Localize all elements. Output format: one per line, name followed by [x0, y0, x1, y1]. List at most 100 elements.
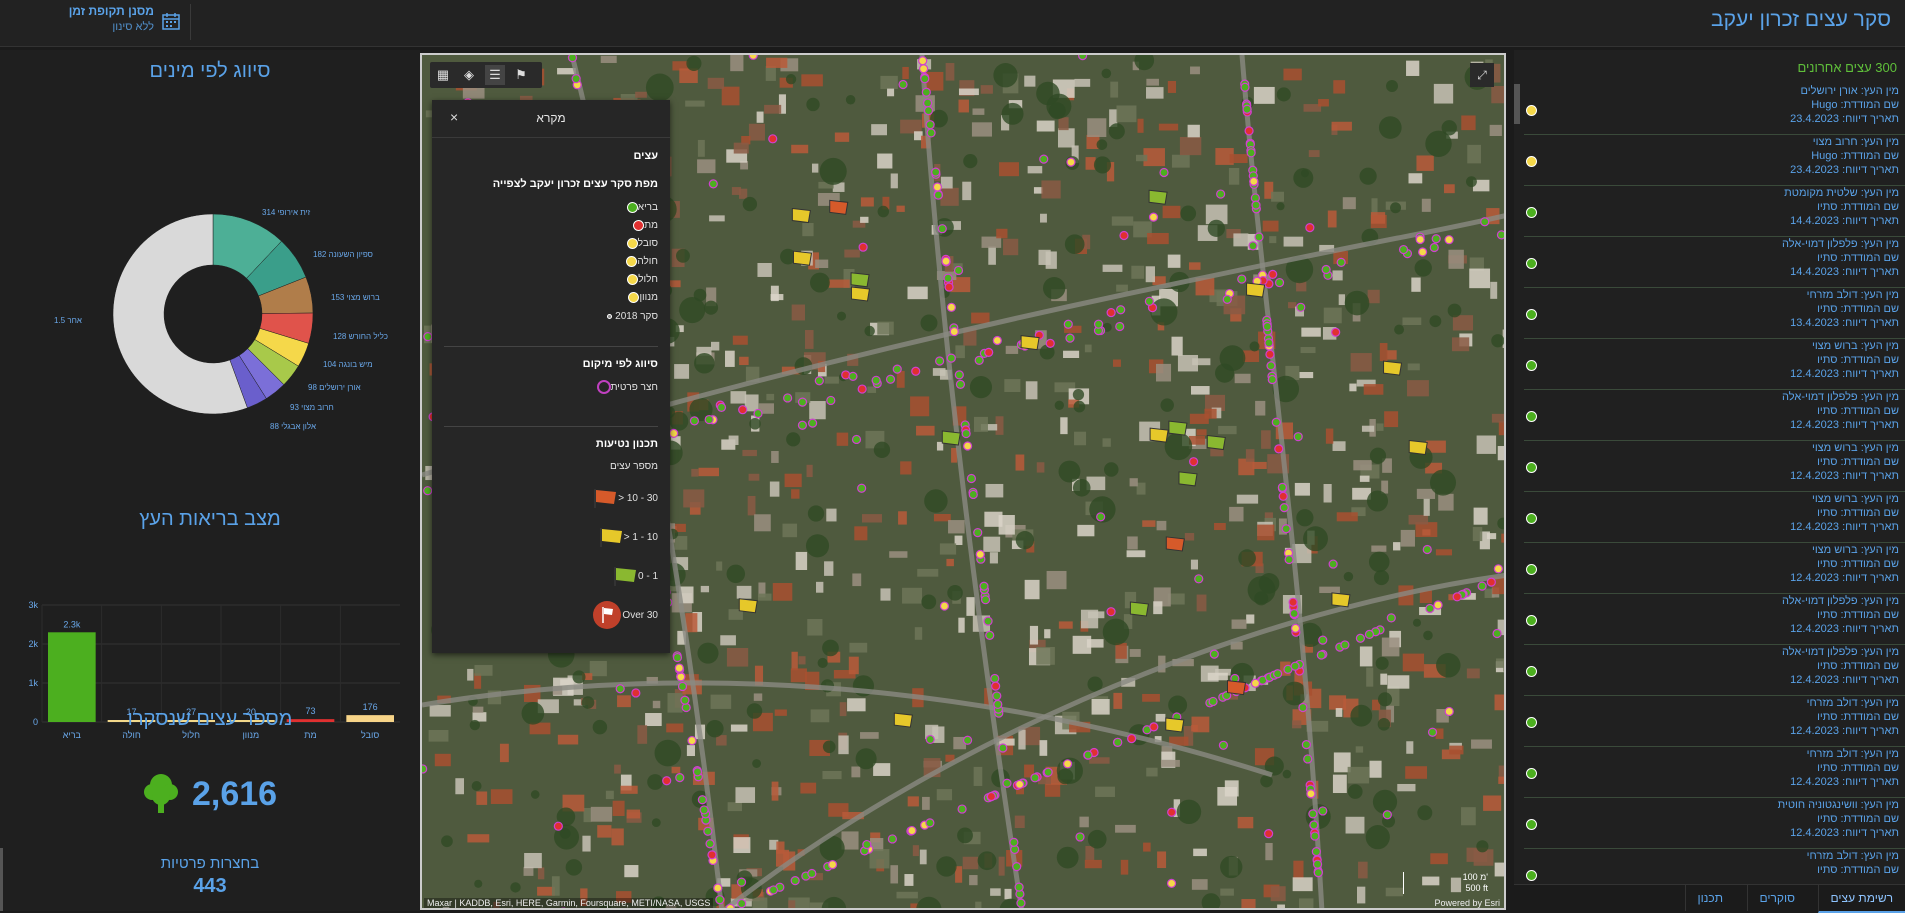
- tree-point[interactable]: [975, 356, 983, 364]
- tree-point[interactable]: [1429, 728, 1437, 736]
- tree-point[interactable]: [1243, 105, 1251, 113]
- tree-point[interactable]: [673, 654, 681, 662]
- planting-flag[interactable]: [1384, 361, 1402, 375]
- tree-point[interactable]: [1478, 582, 1486, 590]
- tree-point[interactable]: [1337, 258, 1345, 266]
- tree-point[interactable]: [986, 631, 994, 639]
- tree-point[interactable]: [1426, 604, 1434, 612]
- list-item[interactable]: מין העץ: שלטית מקומטתשם המודדת: סתיותארי…: [1524, 186, 1905, 237]
- planting-flag[interactable]: [1166, 718, 1184, 732]
- tree-point[interactable]: [791, 877, 799, 885]
- tree-point[interactable]: [829, 861, 837, 869]
- tree-point[interactable]: [976, 550, 984, 558]
- tree-point[interactable]: [572, 75, 580, 83]
- tree-point[interactable]: [1310, 821, 1318, 829]
- tree-point[interactable]: [1282, 525, 1290, 533]
- tree-point[interactable]: [1280, 504, 1288, 512]
- list-item[interactable]: מין העץ: ברוש מצוישם המודדת: סתיותאריך ד…: [1524, 339, 1905, 390]
- tree-point[interactable]: [670, 429, 678, 437]
- tree-point[interactable]: [967, 475, 975, 483]
- tree-point[interactable]: [1097, 513, 1105, 521]
- tree-point[interactable]: [1117, 306, 1125, 314]
- planting-flag[interactable]: [1207, 436, 1225, 450]
- tree-point[interactable]: [1067, 158, 1075, 166]
- tree-point[interactable]: [1307, 790, 1315, 798]
- tree-point[interactable]: [1297, 303, 1305, 311]
- time-filter[interactable]: מסנן תקופת זמן ללא סינון: [50, 4, 191, 40]
- tree-point[interactable]: [933, 183, 941, 191]
- tree-point[interactable]: [1434, 601, 1442, 609]
- tree-point[interactable]: [999, 744, 1007, 752]
- tree-point[interactable]: [950, 328, 958, 336]
- tree-point[interactable]: [955, 371, 963, 379]
- list-item[interactable]: מין העץ: פלפלון דמוי-אלהשם המודדת: סתיות…: [1524, 390, 1905, 441]
- tree-point[interactable]: [1319, 636, 1327, 644]
- tree-point[interactable]: [938, 225, 946, 233]
- tree-point[interactable]: [1251, 679, 1259, 687]
- tree-point[interactable]: [690, 417, 698, 425]
- tree-point[interactable]: [1432, 235, 1440, 243]
- tab-surveyors[interactable]: סוקרים: [1747, 885, 1808, 911]
- tree-point[interactable]: [1356, 634, 1364, 642]
- planting-flag[interactable]: [1169, 421, 1187, 435]
- tree-point[interactable]: [1066, 334, 1074, 342]
- tree-point[interactable]: [1285, 555, 1293, 563]
- tree-point[interactable]: [1015, 883, 1023, 891]
- planting-flag[interactable]: [1227, 681, 1245, 695]
- tree-point[interactable]: [982, 596, 990, 604]
- list-item[interactable]: מין העץ: פלפלון דמוי-אלהשם המודדת: סתיות…: [1524, 645, 1905, 696]
- tree-point[interactable]: [974, 529, 982, 537]
- list-item[interactable]: מין העץ: דולב מזרחישם המודדת: סתיותאריך …: [1524, 288, 1905, 339]
- tree-point[interactable]: [681, 696, 689, 704]
- tree-point[interactable]: [984, 617, 992, 625]
- tree-point[interactable]: [893, 365, 901, 373]
- basemap-gallery-icon[interactable]: ▦: [433, 65, 453, 85]
- tree-point[interactable]: [424, 487, 432, 495]
- tree-point[interactable]: [956, 380, 964, 388]
- tree-point[interactable]: [1150, 213, 1158, 221]
- tree-point[interactable]: [1299, 703, 1307, 711]
- tree-point[interactable]: [422, 765, 427, 773]
- tree-point[interactable]: [632, 689, 640, 697]
- tree-point[interactable]: [424, 333, 432, 341]
- tree-point[interactable]: [1416, 235, 1424, 243]
- tree-point[interactable]: [1276, 279, 1284, 287]
- tree-point[interactable]: [994, 700, 1002, 708]
- tree-point[interactable]: [1266, 350, 1274, 358]
- tree-point[interactable]: [726, 904, 734, 910]
- tree-point[interactable]: [1116, 323, 1124, 331]
- tree-point[interactable]: [919, 57, 927, 65]
- tree-point[interactable]: [1168, 808, 1176, 816]
- tree-point[interactable]: [969, 490, 977, 498]
- planting-flag[interactable]: [793, 251, 811, 265]
- tree-point[interactable]: [1494, 565, 1502, 573]
- tree-point[interactable]: [888, 835, 896, 843]
- list-item[interactable]: מין העץ: דולב מזרחישם המודדת: סתיותאריך …: [1524, 747, 1905, 798]
- tree-point[interactable]: [1013, 863, 1021, 871]
- tree-point[interactable]: [1210, 650, 1218, 658]
- tree-point[interactable]: [1114, 738, 1122, 746]
- tree-point[interactable]: [559, 908, 567, 910]
- tree-point[interactable]: [1238, 275, 1246, 283]
- list-item[interactable]: מין העץ: ברוש מצוישם המודדת: סתיותאריך ד…: [1524, 543, 1905, 594]
- tree-point[interactable]: [1247, 149, 1255, 157]
- tree-point[interactable]: [709, 180, 717, 188]
- tree-point[interactable]: [754, 410, 762, 418]
- tree-point[interactable]: [675, 664, 683, 672]
- planting-flag[interactable]: [1150, 428, 1168, 442]
- planting-flag[interactable]: [1179, 472, 1197, 486]
- tree-point[interactable]: [1275, 445, 1283, 453]
- tree-point[interactable]: [769, 886, 777, 894]
- tree-point[interactable]: [1265, 339, 1273, 347]
- tree-point[interactable]: [887, 375, 895, 383]
- tree-point[interactable]: [912, 367, 920, 375]
- tree-point[interactable]: [1010, 838, 1018, 846]
- tree-point[interactable]: [872, 376, 880, 384]
- list-item[interactable]: מין העץ: דולב מזרחישם המודדת: סתיותאריך …: [1524, 696, 1905, 747]
- tree-point[interactable]: [1107, 608, 1115, 616]
- planting-flag[interactable]: [851, 273, 869, 287]
- tab-planning[interactable]: תכנון: [1685, 885, 1736, 911]
- tree-point[interactable]: [932, 168, 940, 176]
- tree-point[interactable]: [1319, 807, 1327, 815]
- tree-point[interactable]: [1044, 768, 1052, 776]
